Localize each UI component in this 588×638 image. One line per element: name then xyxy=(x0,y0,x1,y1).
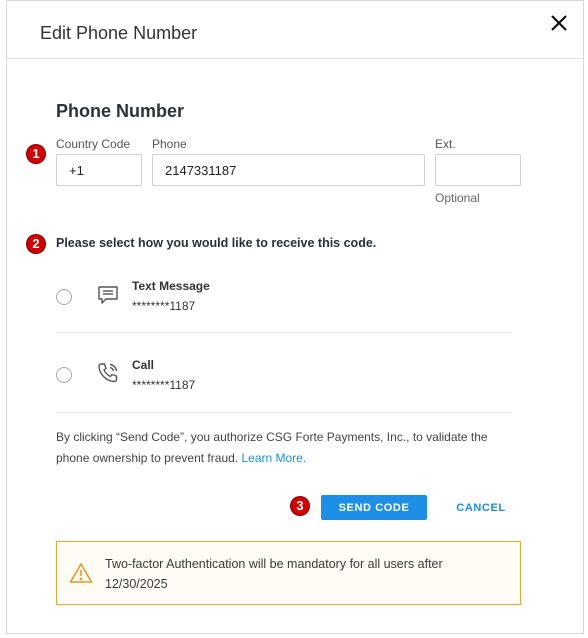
send-code-button[interactable]: SEND CODE xyxy=(321,495,427,520)
dialog-header: Edit Phone Number xyxy=(7,1,583,59)
learn-more-link[interactable]: Learn More. xyxy=(241,451,306,465)
step-marker-3: 3 xyxy=(291,497,309,515)
warning-banner: Two-factor Authentication will be mandat… xyxy=(56,541,521,605)
ext-input[interactable] xyxy=(435,154,521,186)
message-icon xyxy=(98,286,118,304)
option-text-message[interactable]: Text Message ********1187 xyxy=(50,263,512,333)
warning-text: Two-factor Authentication will be mandat… xyxy=(105,557,443,591)
call-masked-number: ********1187 xyxy=(132,378,196,392)
phone-label: Phone xyxy=(152,137,187,151)
option-call[interactable]: Call ********1187 xyxy=(50,343,512,413)
dialog-title: Edit Phone Number xyxy=(40,23,198,43)
edit-phone-dialog: Edit Phone Number Phone Number 1 Country… xyxy=(6,0,584,634)
text-message-masked-number: ********1187 xyxy=(132,299,196,313)
option-divider xyxy=(56,332,512,333)
phone-section-title: Phone Number xyxy=(56,101,185,121)
ext-helper-text: Optional xyxy=(435,191,480,205)
phone-icon xyxy=(98,363,118,383)
ext-label: Ext. xyxy=(435,137,456,151)
call-radio[interactable] xyxy=(56,367,72,383)
disclaimer-text: By clicking “Send Code”, you authorize C… xyxy=(56,427,506,469)
cancel-button[interactable]: CANCEL xyxy=(447,495,515,520)
country-code-label: Country Code xyxy=(56,137,131,151)
text-message-radio[interactable] xyxy=(56,289,72,305)
step-marker-1: 1 xyxy=(27,145,45,163)
step-marker-2: 2 xyxy=(27,235,45,253)
text-message-title: Text Message xyxy=(132,279,210,293)
close-icon[interactable] xyxy=(547,11,571,35)
country-code-input[interactable] xyxy=(56,154,142,186)
delivery-question: Please select how you would like to rece… xyxy=(56,236,377,250)
option-divider xyxy=(56,412,512,413)
call-title: Call xyxy=(132,358,155,372)
warning-icon xyxy=(69,563,93,583)
phone-input[interactable] xyxy=(152,154,425,186)
